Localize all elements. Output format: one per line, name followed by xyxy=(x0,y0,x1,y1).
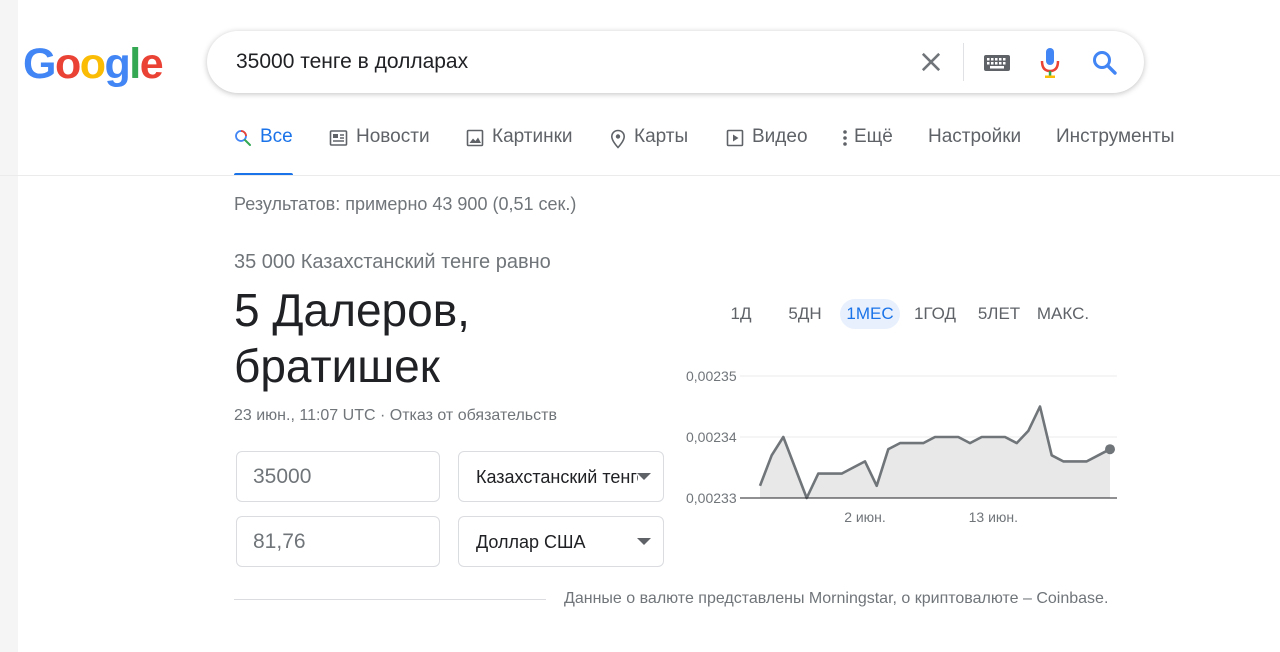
tab-news[interactable]: Новости xyxy=(329,126,430,176)
source-divider xyxy=(234,599,546,600)
conversion-result-line: братишек xyxy=(234,340,440,392)
tab-label: Видео xyxy=(752,126,808,147)
search-box[interactable]: 35000 тенге в долларах xyxy=(207,31,1144,93)
logo-letter: o xyxy=(79,40,106,88)
tab-label: Новости xyxy=(356,126,430,147)
tab-label: Все xyxy=(260,126,293,147)
range-5y-button[interactable]: 5ЛЕТ xyxy=(972,299,1026,329)
range-1m-button[interactable]: 1МЕС xyxy=(840,299,900,329)
tab-images[interactable]: Картинки xyxy=(466,126,573,176)
tab-more[interactable]: Ещё xyxy=(842,126,893,176)
logo-letter: g xyxy=(104,40,131,88)
tabs-divider xyxy=(0,175,1280,176)
map-pin-icon xyxy=(610,129,626,149)
tab-label: Настройки xyxy=(928,126,1022,147)
to-amount-field[interactable] xyxy=(236,516,440,567)
tab-label: Инструменты xyxy=(1056,126,1175,147)
from-currency-select[interactable]: Казахстанский тенге xyxy=(458,451,664,502)
tab-label: Ещё xyxy=(854,126,893,147)
close-icon[interactable] xyxy=(917,48,945,76)
search-icon[interactable] xyxy=(1091,49,1119,77)
y-tick-label: 0,00235 xyxy=(686,368,737,384)
keyboard-icon[interactable] xyxy=(983,54,1011,72)
conversion-equals-line: 35 000 Казахстанский тенге равно xyxy=(234,251,551,273)
from-currency-value: Казахстанский тенге xyxy=(476,467,638,487)
from-amount-input[interactable] xyxy=(253,465,413,489)
exchange-rate-chart[interactable]: 0,00235 0,00234 0,00233 2 июн. 13 июн. xyxy=(680,360,1130,540)
range-1y-button[interactable]: 1ГОД xyxy=(908,299,962,329)
chevron-down-icon xyxy=(637,473,651,480)
timestamp-separator: · xyxy=(375,407,390,424)
search-icon xyxy=(235,130,251,146)
rate-endpoint xyxy=(1105,444,1115,455)
y-tick-label: 0,00233 xyxy=(686,490,737,506)
logo-letter: G xyxy=(23,40,56,88)
to-currency-value: Доллар США xyxy=(476,532,586,552)
conversion-result-line: 5 Далеров, xyxy=(234,284,470,336)
tab-all[interactable]: Все xyxy=(234,126,293,176)
more-vert-icon xyxy=(843,130,847,146)
google-logo[interactable]: Google xyxy=(23,36,164,92)
disclaimer-link[interactable]: Отказ от обязательств xyxy=(390,407,557,424)
tab-tools[interactable]: Инструменты xyxy=(1056,126,1174,176)
to-currency-select[interactable]: Доллар США xyxy=(458,516,664,567)
mic-icon[interactable] xyxy=(1039,47,1061,79)
conversion-result: 5 Далеров, братишек xyxy=(234,282,654,394)
from-amount-field[interactable] xyxy=(236,451,440,502)
search-divider xyxy=(963,43,964,81)
tab-maps[interactable]: Карты xyxy=(610,126,688,176)
tab-label: Карты xyxy=(634,126,689,147)
range-5d-button[interactable]: 5ДН xyxy=(780,299,830,329)
play-icon xyxy=(726,129,744,147)
tab-label: Картинки xyxy=(492,126,573,147)
x-tick-label: 2 июн. xyxy=(844,509,886,525)
to-amount-input[interactable] xyxy=(253,530,413,554)
tab-video[interactable]: Видео xyxy=(726,126,808,176)
logo-letter: o xyxy=(54,40,81,88)
data-source-note: Данные о валюте представлены Morningstar… xyxy=(564,590,1109,607)
timestamp-text: 23 июн., 11:07 UTC xyxy=(234,407,376,424)
results-count: Результатов: примерно 43 900 (0,51 сек.) xyxy=(234,194,577,214)
range-max-button[interactable]: МАКС. xyxy=(1034,299,1092,329)
range-1d-button[interactable]: 1Д xyxy=(718,299,764,329)
image-icon xyxy=(466,129,484,147)
news-icon xyxy=(329,130,348,146)
left-strip xyxy=(0,0,18,652)
search-input[interactable]: 35000 тенге в долларах xyxy=(236,50,468,74)
logo-letter: e xyxy=(139,40,164,88)
rate-timestamp: 23 июн., 11:07 UTC · Отказ от обязательс… xyxy=(234,407,557,425)
chevron-down-icon xyxy=(637,538,651,545)
logo-letter: l xyxy=(129,40,141,88)
x-tick-label: 13 июн. xyxy=(969,509,1018,525)
y-tick-label: 0,00234 xyxy=(686,429,737,445)
tab-settings[interactable]: Настройки xyxy=(928,126,1021,176)
